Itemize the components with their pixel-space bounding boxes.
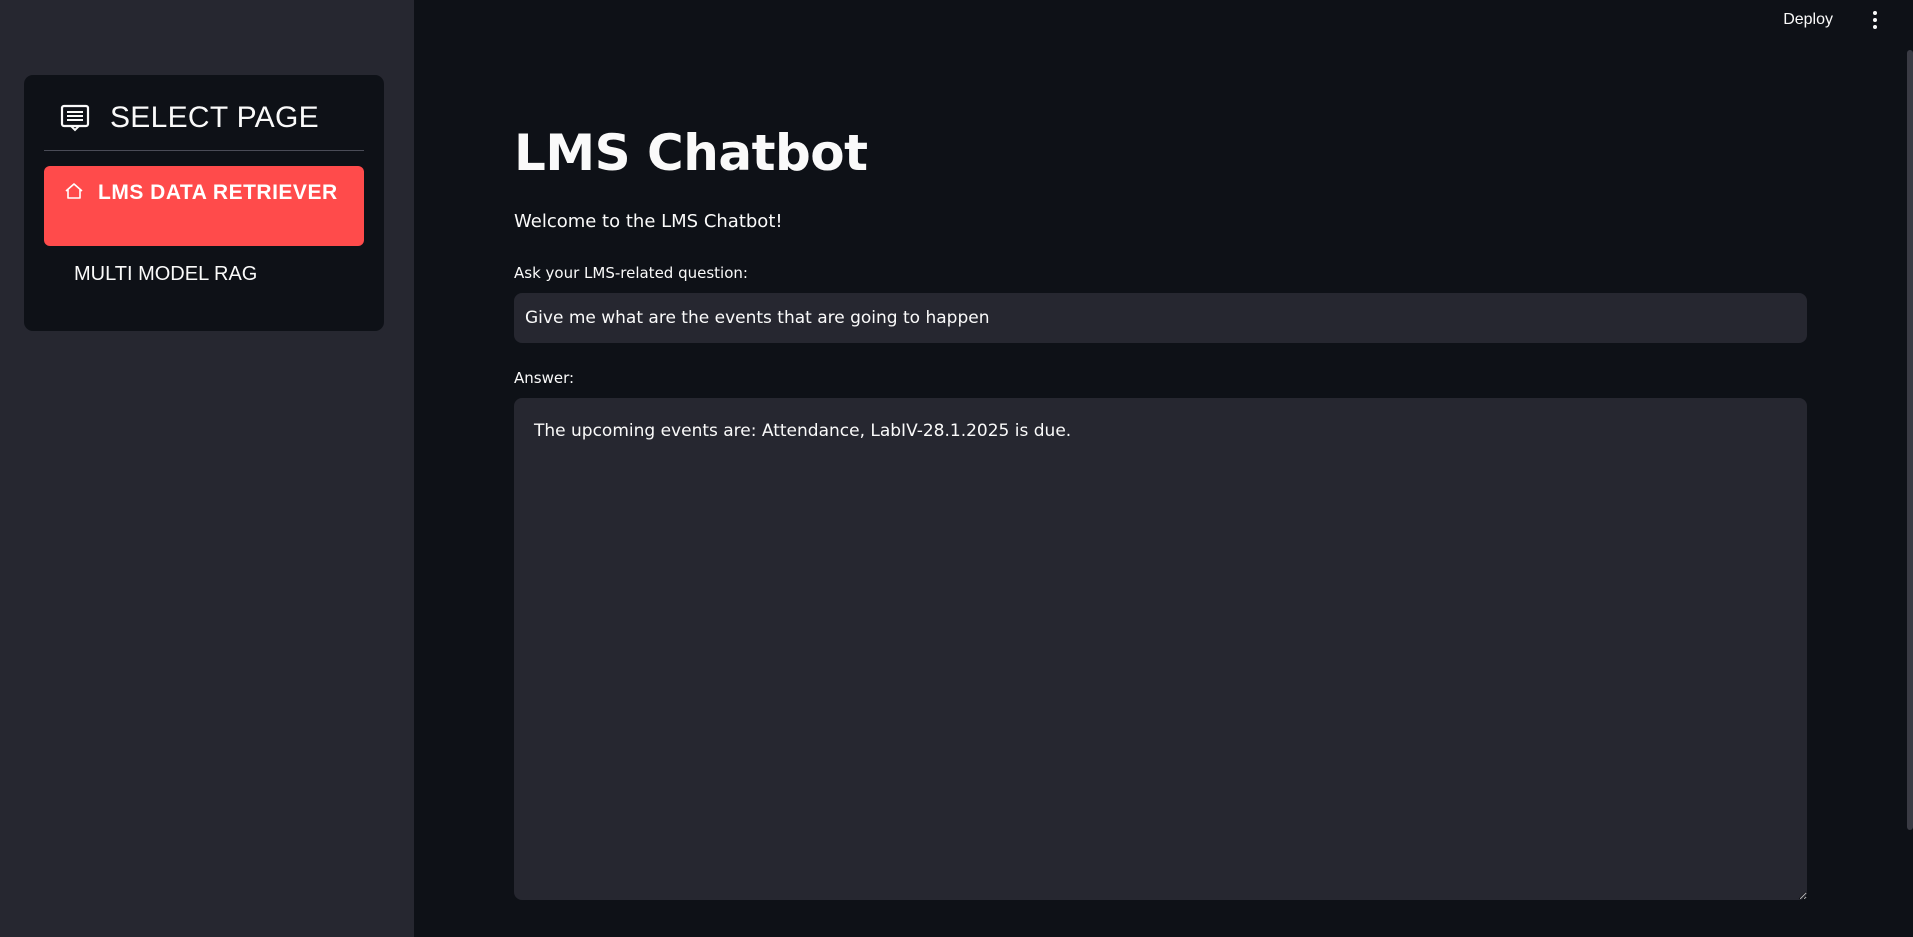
menu-divider	[44, 150, 364, 151]
app-root: SELECT PAGE LMS DATA RETRIEVER MULTI MOD…	[0, 0, 1913, 937]
sidebar: SELECT PAGE LMS DATA RETRIEVER MULTI MOD…	[0, 0, 414, 937]
nav-item-multi-model-rag[interactable]: MULTI MODEL RAG	[44, 255, 364, 305]
answer-label: Answer:	[514, 369, 575, 387]
menu-header: SELECT PAGE	[44, 93, 364, 143]
nav-item-label: LMS DATA RETRIEVER	[98, 181, 338, 204]
home-icon	[64, 179, 84, 199]
nav-item-label: MULTI MODEL RAG	[74, 263, 258, 285]
main-content: LMS Chatbot Welcome to the LMS Chatbot! …	[514, 0, 1808, 937]
nav-item-lms-data-retriever[interactable]: LMS DATA RETRIEVER	[44, 166, 364, 246]
question-label: Ask your LMS-related question:	[514, 264, 748, 282]
answer-textarea[interactable]: The upcoming events are: Attendance, Lab…	[514, 398, 1807, 900]
menu-list-icon	[58, 101, 92, 135]
question-input[interactable]	[514, 293, 1807, 343]
welcome-text: Welcome to the LMS Chatbot!	[514, 211, 783, 232]
page-title: LMS Chatbot	[514, 124, 868, 182]
more-options-icon[interactable]	[1867, 8, 1883, 32]
page-navigation-menu: SELECT PAGE LMS DATA RETRIEVER MULTI MOD…	[24, 75, 384, 331]
page-scrollbar[interactable]	[1907, 50, 1913, 830]
nav-item-label-wrapper: LMS DATA RETRIEVER	[64, 181, 338, 204]
menu-title: SELECT PAGE	[110, 101, 319, 134]
